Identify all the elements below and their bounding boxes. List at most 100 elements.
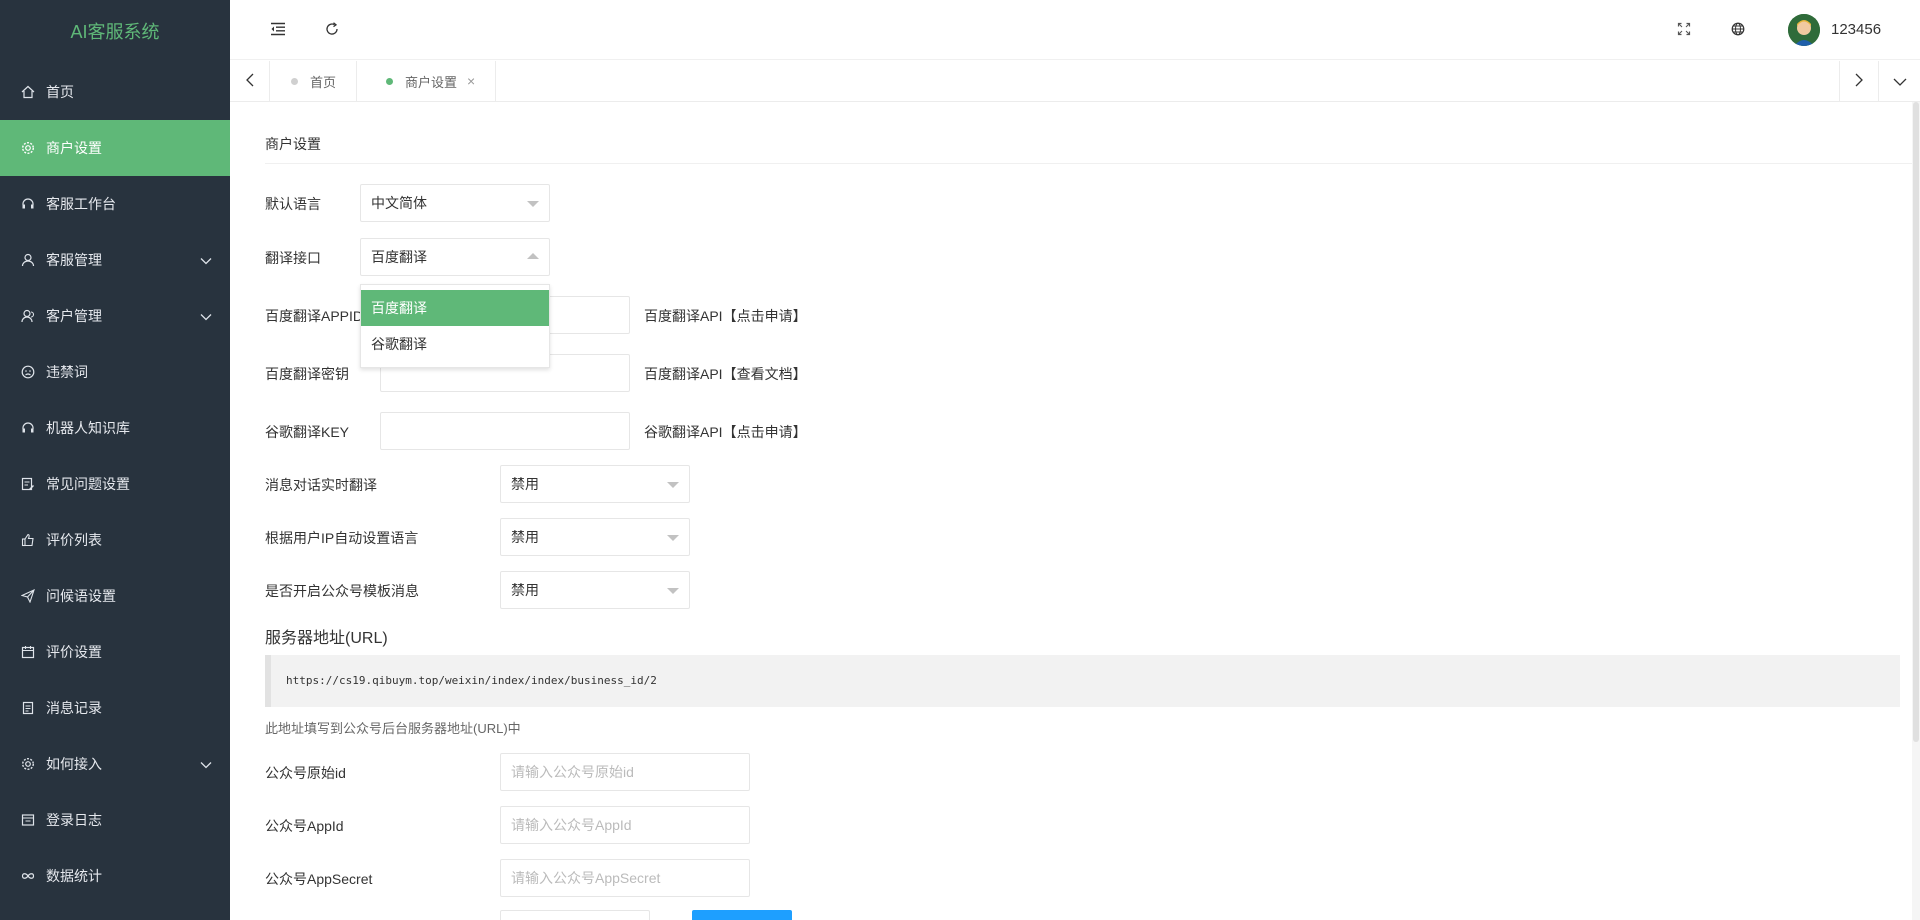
sidebar-item-login-log[interactable]: 登录日志 <box>0 792 230 848</box>
chevron-down-icon <box>200 252 212 268</box>
sidebar-item-review-settings[interactable]: 评价设置 <box>0 624 230 680</box>
wechat-template-msg-select[interactable]: 禁用 <box>500 571 690 609</box>
translate-api-dropdown: 百度翻译 谷歌翻译 <box>360 284 550 368</box>
select-value: 禁用 <box>511 582 539 598</box>
tabs-menu-dropdown-button[interactable] <box>1880 61 1920 101</box>
sidebar-item-label: 违禁词 <box>46 364 88 380</box>
dropdown-option-baidu[interactable]: 百度翻译 <box>361 290 549 326</box>
auto-language-ip-label: 根据用户IP自动设置语言 <box>265 530 419 546</box>
collapse-menu-button[interactable] <box>266 18 290 42</box>
realtime-translate-select[interactable]: 禁用 <box>500 465 690 503</box>
fullscreen-button[interactable] <box>1672 18 1696 42</box>
tab-status-dot <box>386 77 393 85</box>
username[interactable]: 123456 <box>1831 21 1881 38</box>
sidebar-item-greeting-settings[interactable]: 问候语设置 <box>0 568 230 624</box>
menu-fold-icon <box>270 22 286 39</box>
log-icon <box>20 812 36 828</box>
face-icon <box>20 364 36 380</box>
top-header: 123456 <box>230 0 1920 60</box>
caret-down-icon <box>667 535 679 541</box>
user-avatar[interactable] <box>1788 14 1820 46</box>
sidebar-item-robot-knowledge[interactable]: 机器人知识库 <box>0 400 230 456</box>
translate-api-label: 翻译接口 <box>265 250 321 266</box>
sidebar-item-review-list[interactable]: 评价列表 <box>0 512 230 568</box>
sidebar-item-label: 评价设置 <box>46 644 102 660</box>
sidebar-item-label: 常见问题设置 <box>46 476 130 492</box>
select-value: 百度翻译 <box>371 249 427 265</box>
sidebar: AI客服系统 首页 商户设置 客服工作台 客服管理 客户管理 违禁词 机器人知识… <box>0 0 230 920</box>
tabs-scroll-right-button[interactable] <box>1839 61 1879 101</box>
users-icon <box>20 308 36 324</box>
sidebar-item-label: 评价列表 <box>46 532 102 548</box>
scrollbar-thumb[interactable] <box>1913 102 1919 742</box>
gear-icon <box>20 140 36 156</box>
fullscreen-icon <box>1677 22 1691 39</box>
settings-icon <box>20 756 36 772</box>
google-key-input[interactable] <box>380 412 630 450</box>
sidebar-item-how-to-integrate[interactable]: 如何接入 <box>0 736 230 792</box>
chevron-down-icon <box>1893 73 1907 89</box>
headset-icon <box>20 196 36 212</box>
infinity-icon <box>20 868 36 884</box>
sidebar-item-label: 问候语设置 <box>46 588 116 604</box>
tab-home[interactable]: 首页 <box>271 61 358 101</box>
sidebar-item-label: 客服管理 <box>46 252 102 268</box>
sidebar-item-label: 客服工作台 <box>46 196 116 212</box>
user-icon <box>20 252 36 268</box>
sidebar-item-agent-workbench[interactable]: 客服工作台 <box>0 176 230 232</box>
sidebar-item-agent-management[interactable]: 客服管理 <box>0 232 230 288</box>
sidebar-item-faq-settings[interactable]: 常见问题设置 <box>0 456 230 512</box>
action-button[interactable] <box>692 910 792 920</box>
sidebar-item-statistics[interactable]: 数据统计 <box>0 848 230 904</box>
server-url-code: https://cs19.qibuym.top/weixin/index/ind… <box>265 655 1900 707</box>
doc-icon <box>20 700 36 716</box>
sidebar-item-home[interactable]: 首页 <box>0 64 230 120</box>
refresh-button[interactable] <box>320 18 344 42</box>
baidu-secret-label: 百度翻译密钥 <box>265 366 349 382</box>
tab-merchant-settings[interactable]: 商户设置 × <box>366 61 497 101</box>
select-value: 中文简体 <box>371 195 427 211</box>
main-content: 商户设置 默认语言 中文简体 翻译接口 百度翻译 百度翻译APPID 百度翻译A… <box>230 102 1920 920</box>
sidebar-item-label: 消息记录 <box>46 700 102 716</box>
tabs-scroll-left-button[interactable] <box>230 61 270 101</box>
tab-status-dot <box>291 77 298 85</box>
baidu-appid-apply-link[interactable]: 百度翻译API【点击申请】 <box>644 306 807 326</box>
content-scrollbar[interactable] <box>1912 102 1920 920</box>
thumb-up-icon <box>20 532 36 548</box>
sidebar-item-label: 机器人知识库 <box>46 420 130 436</box>
wechat-appid-input[interactable] <box>500 806 750 844</box>
default-language-select[interactable]: 中文简体 <box>360 184 550 222</box>
sidebar-item-banned-words[interactable]: 违禁词 <box>0 344 230 400</box>
tab-label: 商户设置 <box>405 74 458 90</box>
tab-close-icon[interactable]: × <box>467 73 475 89</box>
wechat-original-id-label: 公众号原始id <box>265 765 346 781</box>
refresh-icon <box>325 21 339 39</box>
sidebar-item-customer-management[interactable]: 客户管理 <box>0 288 230 344</box>
realtime-translate-label: 消息对话实时翻译 <box>265 477 377 493</box>
server-url-hint: 此地址填写到公众号后台服务器地址(URL)中 <box>265 721 521 736</box>
send-icon <box>20 588 36 604</box>
auto-language-ip-select[interactable]: 禁用 <box>500 518 690 556</box>
page-tabs-bar: 首页 商户设置 × <box>230 61 1920 102</box>
sidebar-item-label: 首页 <box>46 84 74 100</box>
wechat-appsecret-label: 公众号AppSecret <box>265 871 373 887</box>
app-root: AI客服系统 首页 商户设置 客服工作台 客服管理 客户管理 违禁词 机器人知识… <box>0 0 1920 920</box>
sidebar-item-merchant-settings[interactable]: 商户设置 <box>0 120 230 176</box>
globe-icon <box>1731 22 1745 39</box>
dropdown-option-google[interactable]: 谷歌翻译 <box>361 326 549 362</box>
language-button[interactable] <box>1726 18 1750 42</box>
translate-api-select[interactable]: 百度翻译 <box>360 238 550 276</box>
wechat-original-id-input[interactable] <box>500 753 750 791</box>
chevron-down-icon <box>200 308 212 324</box>
tab-label: 首页 <box>310 74 337 90</box>
next-field-input[interactable] <box>500 910 650 920</box>
sidebar-item-message-records[interactable]: 消息记录 <box>0 680 230 736</box>
card-divider <box>265 163 1920 164</box>
sidebar-item-label: 数据统计 <box>46 868 102 884</box>
wechat-appsecret-input[interactable] <box>500 859 750 897</box>
server-url-heading: 服务器地址(URL) <box>265 630 388 647</box>
google-apply-link[interactable]: 谷歌翻译API【点击申请】 <box>644 422 807 442</box>
edit-doc-icon <box>20 476 36 492</box>
baidu-docs-link[interactable]: 百度翻译API【查看文档】 <box>644 364 807 384</box>
chevron-right-icon <box>1855 73 1863 90</box>
